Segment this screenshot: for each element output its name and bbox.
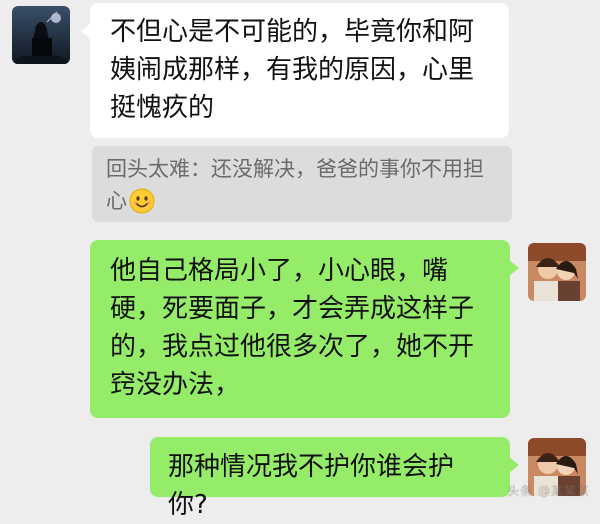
incoming-message-bubble[interactable]: 不但心是不可能的，毕竟你和阿姨闹成那样，有我的原因，心里挺愧疚的 bbox=[81, 3, 509, 138]
user-avatar[interactable] bbox=[528, 243, 586, 301]
contact-avatar-image bbox=[12, 6, 70, 64]
outgoing-message-text: 那种情况我不护你谁会护你? bbox=[168, 452, 455, 520]
outgoing-message-text: 他自己格局小了，小心眼，嘴硬，死要面子，才会弄成这样子的，我点过他很多次了，她不… bbox=[110, 256, 475, 400]
watermark: 头条 @某某某 bbox=[507, 484, 590, 498]
incoming-message-text: 不但心是不可能的，毕竟你和阿姨闹成那样，有我的原因，心里挺愧疚的 bbox=[110, 17, 475, 123]
quoted-reply-text: 回头太难：还没解决，爸爸的事你不用担心 bbox=[106, 157, 484, 213]
outgoing-message-bubble[interactable]: 他自己格局小了，小心眼，嘴硬，死要面子，才会弄成这样子的，我点过他很多次了，她不… bbox=[90, 240, 519, 418]
contact-avatar[interactable] bbox=[12, 6, 70, 64]
outgoing-message-bubble[interactable]: 那种情况我不护你谁会护你? bbox=[150, 437, 519, 520]
user-avatar-image bbox=[528, 243, 586, 301]
smiling-face-emoji bbox=[129, 188, 155, 214]
quoted-reply[interactable]: 回头太难：还没解决，爸爸的事你不用担心 bbox=[92, 146, 512, 222]
